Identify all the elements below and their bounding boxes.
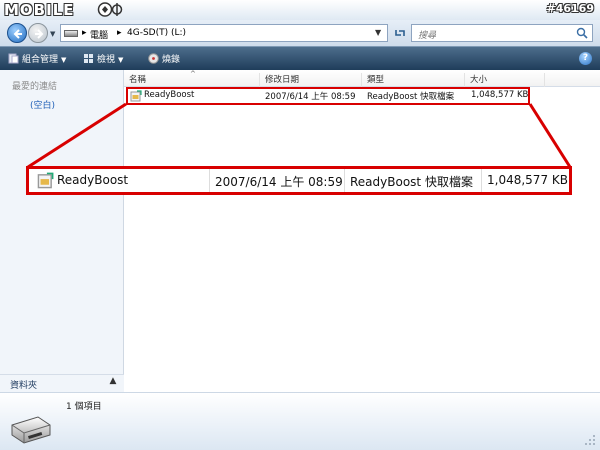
views-icon	[84, 54, 93, 63]
disc-burn-icon	[148, 53, 159, 64]
thread-number: #46169	[546, 2, 595, 15]
column-header-row: 名稱 ^ 修改日期 類型 大小	[124, 70, 600, 87]
search-icon[interactable]	[576, 27, 588, 39]
back-button[interactable]	[7, 23, 27, 43]
command-toolbar: 組合管理 ▼ 檢視 ▼ 燒錄 ?	[0, 46, 600, 70]
views-label: 檢視	[97, 55, 116, 65]
zoomed-file-row: ReadyBoost 2007/6/14 上午 08:59 ReadyBoost…	[26, 166, 572, 195]
favorite-links-empty: (空白)	[30, 101, 56, 111]
help-button[interactable]: ?	[579, 52, 592, 65]
address-row: ▼ ▸ 電腦 ▸ 4G-SD(T) (L:) ▼ 搜尋	[0, 20, 600, 46]
recent-pages-dropdown[interactable]: ▼	[50, 30, 58, 38]
forward-button[interactable]	[28, 23, 48, 43]
folders-label: 資料夾	[10, 381, 38, 391]
column-header-size[interactable]: 大小	[465, 73, 545, 87]
address-dropdown-icon[interactable]: ▼	[375, 28, 381, 37]
readyboost-file-icon	[37, 172, 54, 189]
title-bar: MOBILE #46169	[0, 0, 600, 20]
highlight-box	[126, 87, 530, 105]
arrow-left-icon	[13, 29, 22, 39]
folders-section-header[interactable]: 資料夾 ▲	[0, 374, 124, 392]
search-input[interactable]: 搜尋	[411, 24, 593, 42]
logo-glyph-icon	[97, 2, 123, 17]
navigation-pane: 最愛的連結 (空白) 資料夾 ▲	[0, 70, 124, 392]
column-header-name-label: 名稱	[129, 75, 147, 85]
zoomed-row: ReadyBoost 2007/6/14 上午 08:59 ReadyBoost…	[29, 169, 575, 192]
views-button[interactable]: 檢視 ▼	[83, 52, 123, 66]
column-header-date[interactable]: 修改日期	[260, 73, 362, 87]
zoomed-file-size: 1,048,577 KB	[487, 173, 568, 187]
refresh-icon	[395, 30, 405, 36]
refresh-button[interactable]	[392, 24, 408, 42]
file-list: 名稱 ^ 修改日期 類型 大小 ReadyBoost 2007/6/14 上午 …	[124, 70, 600, 392]
chevron-up-icon[interactable]: ▲	[106, 376, 120, 390]
column-divider	[209, 169, 210, 192]
column-header-name[interactable]: 名稱 ^	[124, 70, 260, 87]
breadcrumb-separator[interactable]: ▸	[117, 28, 122, 38]
arrow-right-icon	[35, 29, 44, 39]
burn-button[interactable]: 燒錄	[148, 52, 180, 66]
item-count: 1 個項目	[66, 402, 102, 412]
details-pane: 1 個項目	[0, 392, 600, 450]
watermark-logo: MOBILE	[4, 1, 75, 19]
sort-ascending-icon: ^	[190, 70, 196, 78]
breadcrumb-computer[interactable]: 電腦	[90, 28, 108, 41]
search-placeholder: 搜尋	[418, 31, 437, 41]
resize-grip-icon[interactable]	[584, 434, 596, 446]
breadcrumb-drive[interactable]: 4G-SD(T) (L:)	[127, 28, 186, 38]
chevron-down-icon: ▼	[61, 56, 67, 64]
address-bar[interactable]: ▸ 電腦 ▸ 4G-SD(T) (L:) ▼	[60, 24, 388, 42]
zoomed-file-type: ReadyBoost 快取檔案	[350, 175, 473, 189]
removable-drive-icon	[11, 416, 51, 444]
organize-button[interactable]: 組合管理 ▼	[8, 52, 66, 66]
chevron-down-icon: ▼	[118, 56, 124, 64]
zoomed-file-modified: 2007/6/14 上午 08:59	[215, 175, 343, 189]
column-divider	[481, 169, 482, 192]
zoomed-file-name: ReadyBoost	[57, 173, 129, 187]
breadcrumb-separator[interactable]: ▸	[82, 28, 87, 38]
favorite-links-heading: 最愛的連結	[12, 82, 58, 92]
organize-label: 組合管理	[22, 55, 59, 65]
organize-icon	[8, 53, 19, 64]
column-header-type[interactable]: 類型	[362, 73, 465, 87]
drive-icon	[64, 30, 78, 37]
column-divider	[344, 169, 345, 192]
burn-label: 燒錄	[162, 55, 181, 65]
